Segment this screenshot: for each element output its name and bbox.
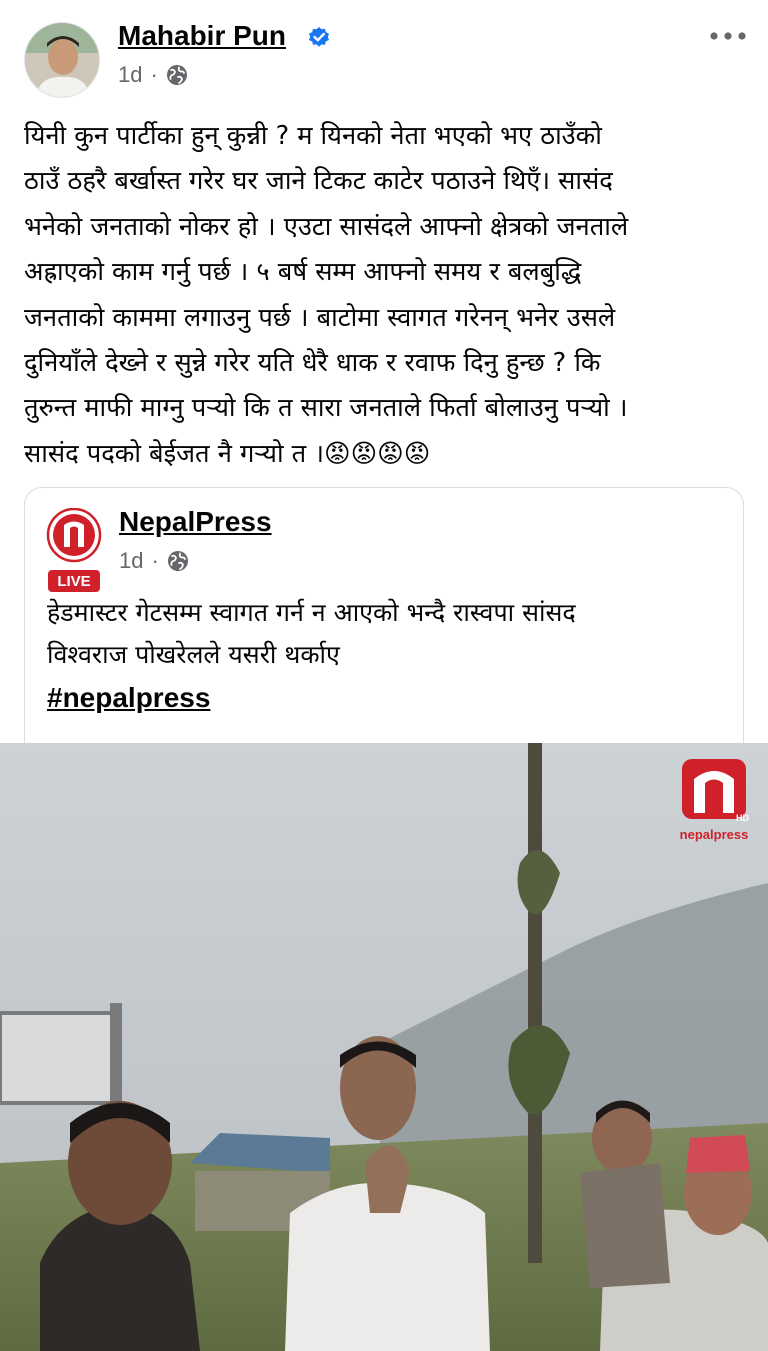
nepalpress-watermark-icon: HD nepalpress [680,759,749,842]
hashtag-link[interactable]: #nepalpress [47,682,210,714]
meta-separator: · [150,62,158,87]
globe-icon [166,65,187,85]
video-frame [0,743,768,1351]
globe-icon [167,551,188,571]
live-badge: LIVE [57,573,90,590]
watermark-hd: HD [736,813,749,823]
watermark-label: nepalpress [680,827,749,842]
shared-meta: 1d · [119,548,189,574]
post-body: यिनी कुन पार्टीका हुन् कुन्नी ? म यिनको … [24,114,748,477]
shared-time[interactable]: 1d [119,548,143,574]
shared-meta-separator: · [151,548,159,573]
angry-emojis: 😡😡😡😡 [324,438,431,469]
post-meta: 1d · [118,62,188,88]
video-player[interactable]: HD nepalpress [0,743,768,1351]
shared-post-text: हेडमास्टर गेटसम्म स्वागत गर्न न आएको भन्… [47,598,576,669]
nepalpress-logo-icon[interactable]: LIVE [45,508,103,594]
shared-post-card[interactable]: LIVE NepalPress 1d · हेडमास्टर गेटसम्म स… [24,487,744,787]
shared-page-name[interactable]: NepalPress [119,506,272,538]
author-name[interactable]: Mahabir Pun [118,20,286,52]
author-avatar[interactable] [24,22,100,98]
more-options-icon[interactable] [708,24,748,48]
post-header: Mahabir Pun 1d · [0,0,768,110]
post-text: यिनी कुन पार्टीका हुन् कुन्नी ? म यिनको … [24,121,629,469]
verified-badge-icon [309,27,329,47]
post-time[interactable]: 1d [118,62,142,88]
